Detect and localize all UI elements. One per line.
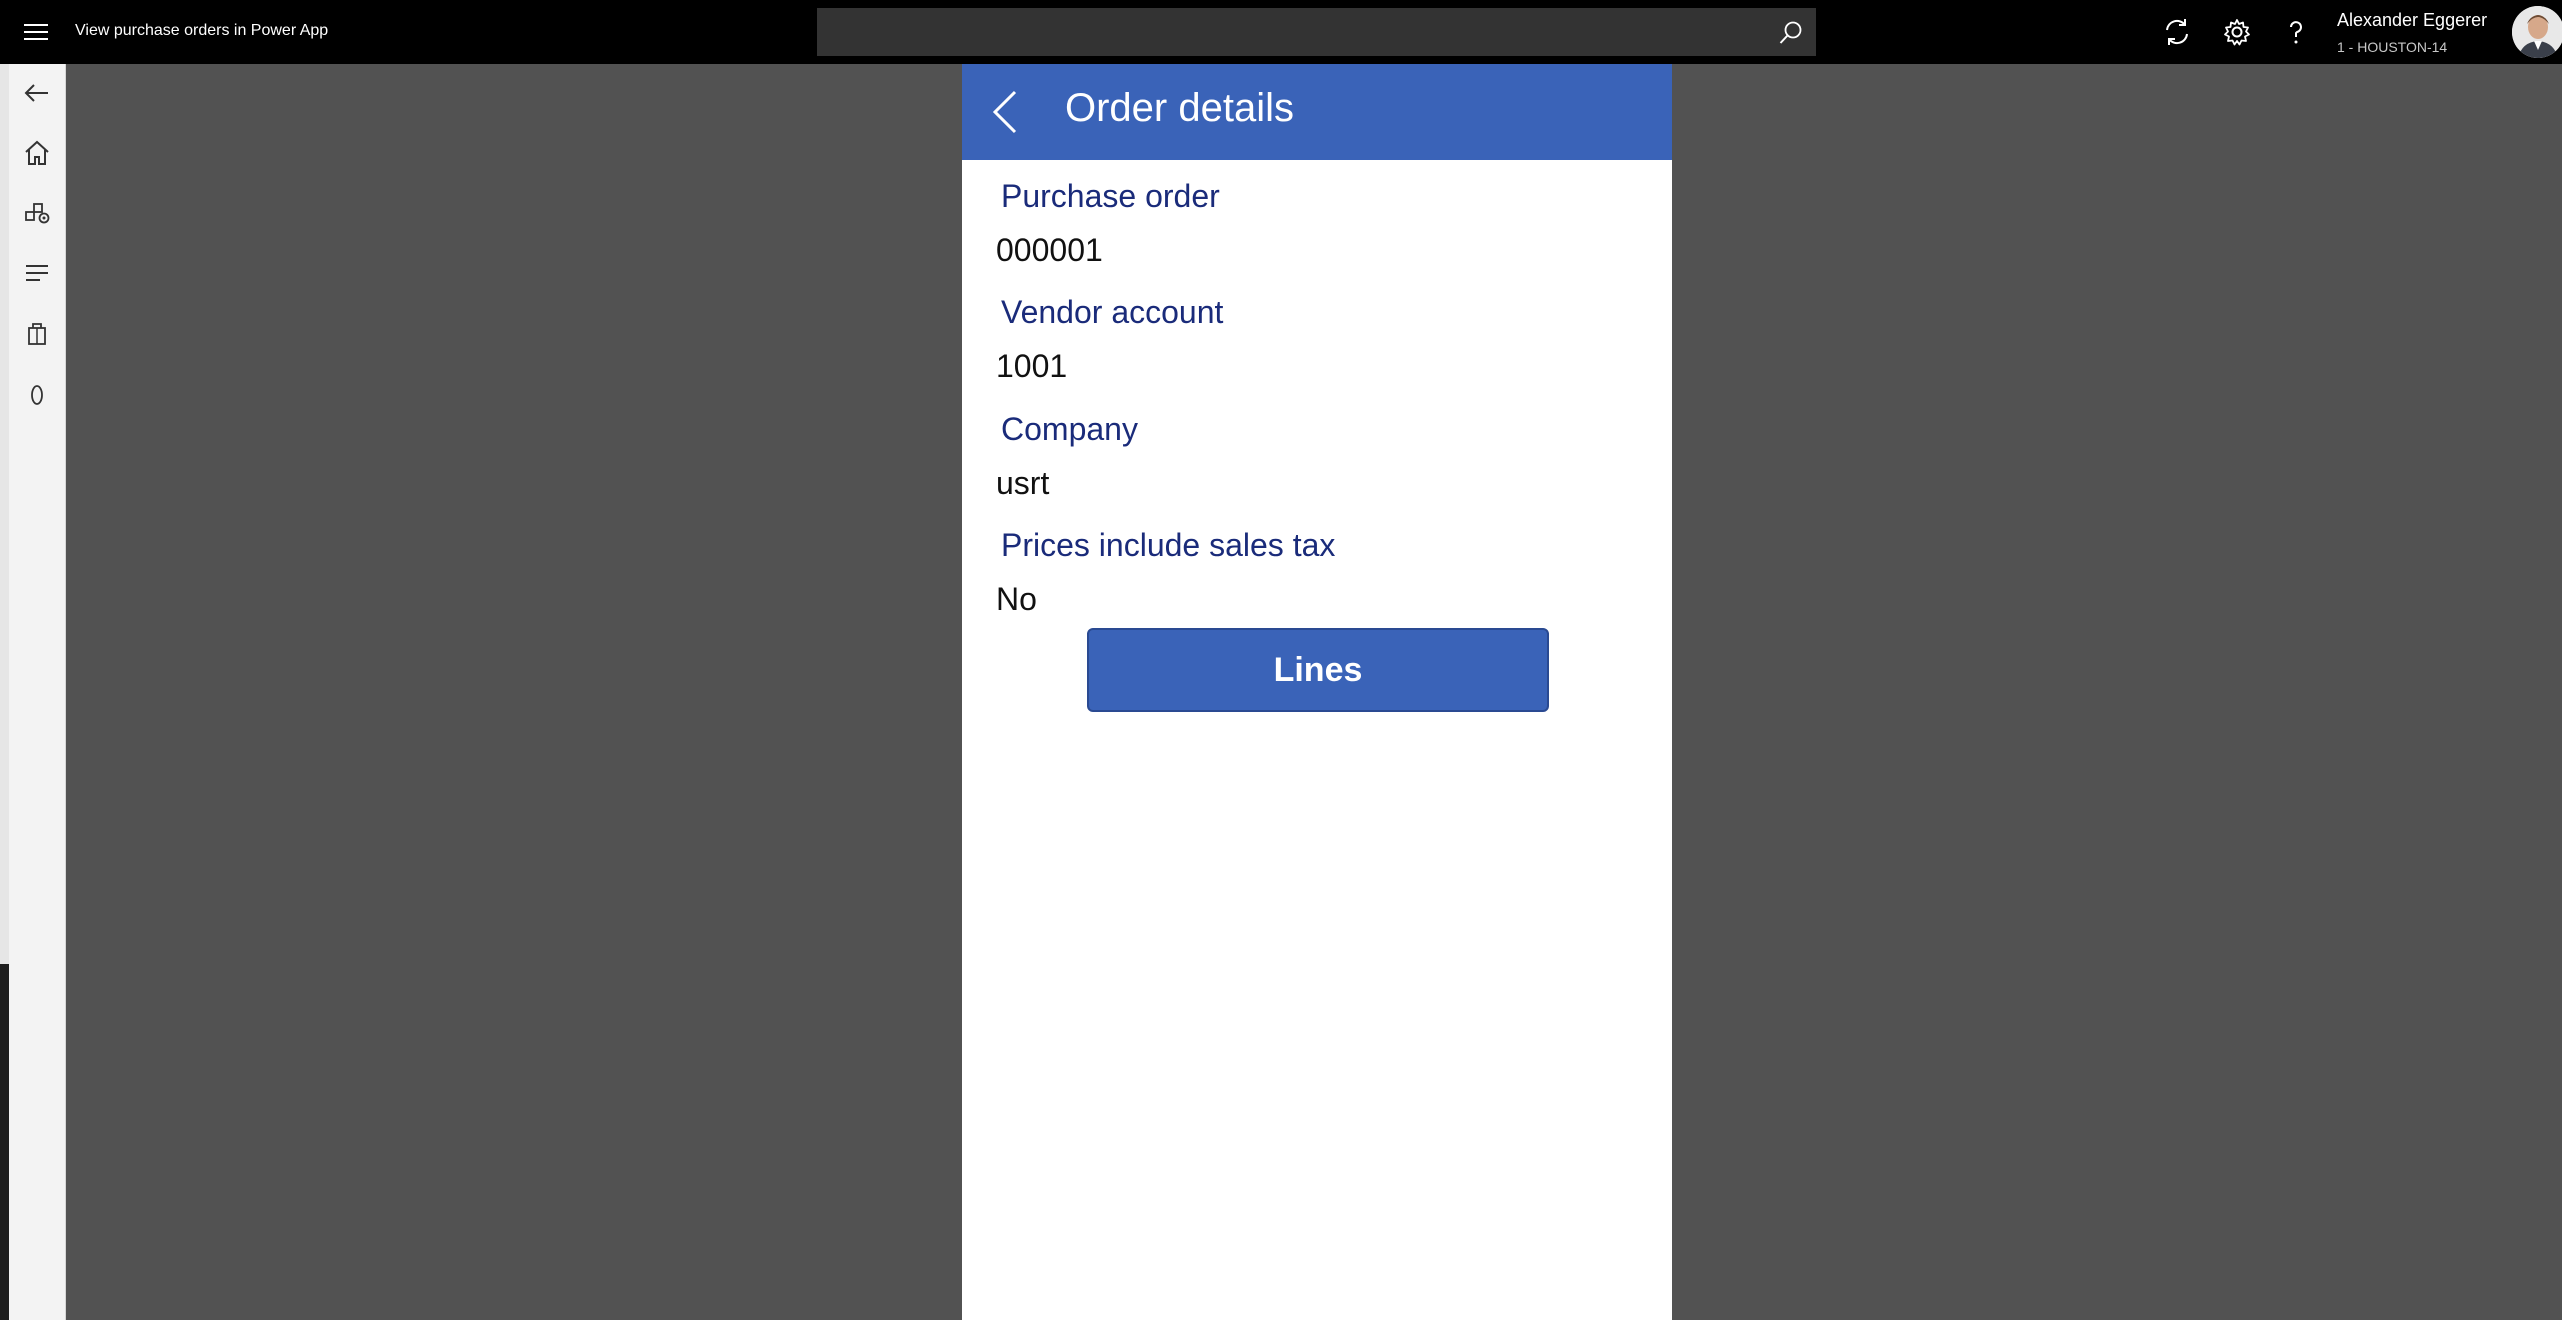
home-icon[interactable]	[22, 138, 52, 168]
zero-icon[interactable]	[22, 380, 52, 410]
refresh-icon[interactable]	[2161, 16, 2193, 48]
user-company[interactable]: 1 - HOUSTON-14	[2337, 39, 2447, 55]
search-input[interactable]	[817, 8, 1757, 56]
bag-icon[interactable]	[22, 318, 52, 348]
list-icon[interactable]	[22, 258, 52, 288]
prices-include-tax-value: No	[996, 581, 1037, 617]
top-bar: View purchase orders in Power App Alexan…	[0, 0, 2562, 64]
gear-icon[interactable]	[2221, 16, 2253, 48]
user-name[interactable]: Alexander Eggerer	[2337, 10, 2487, 31]
purchase-order-label: Purchase order	[1001, 178, 1220, 214]
hamburger-icon[interactable]	[22, 20, 50, 44]
vendor-account-value: 1001	[996, 348, 1068, 384]
nav-edge-dark	[0, 964, 9, 1320]
chevron-left-icon[interactable]	[982, 86, 1034, 138]
back-arrow-icon[interactable]	[22, 78, 52, 108]
order-details-screen: Order details Purchase order 000001 Vend…	[962, 64, 1672, 1320]
user-avatar-icon	[2512, 6, 2562, 58]
purchase-order-value: 000001	[996, 232, 1103, 268]
app-header: Order details	[962, 64, 1672, 160]
app-title: View purchase orders in Power App	[75, 22, 329, 39]
avatar[interactable]	[2512, 6, 2562, 58]
search-box[interactable]	[817, 8, 1816, 56]
page-title: Order details	[1065, 86, 1294, 130]
company-value: usrt	[996, 465, 1050, 501]
vendor-account-label: Vendor account	[1001, 294, 1224, 330]
question-icon[interactable]	[2280, 16, 2312, 48]
lines-button[interactable]: Lines	[1087, 628, 1549, 712]
prices-include-tax-label: Prices include sales tax	[1001, 527, 1336, 563]
company-label: Company	[1001, 411, 1138, 447]
modules-icon[interactable]	[22, 198, 52, 228]
left-nav	[0, 64, 66, 1320]
search-icon[interactable]	[1778, 20, 1804, 46]
